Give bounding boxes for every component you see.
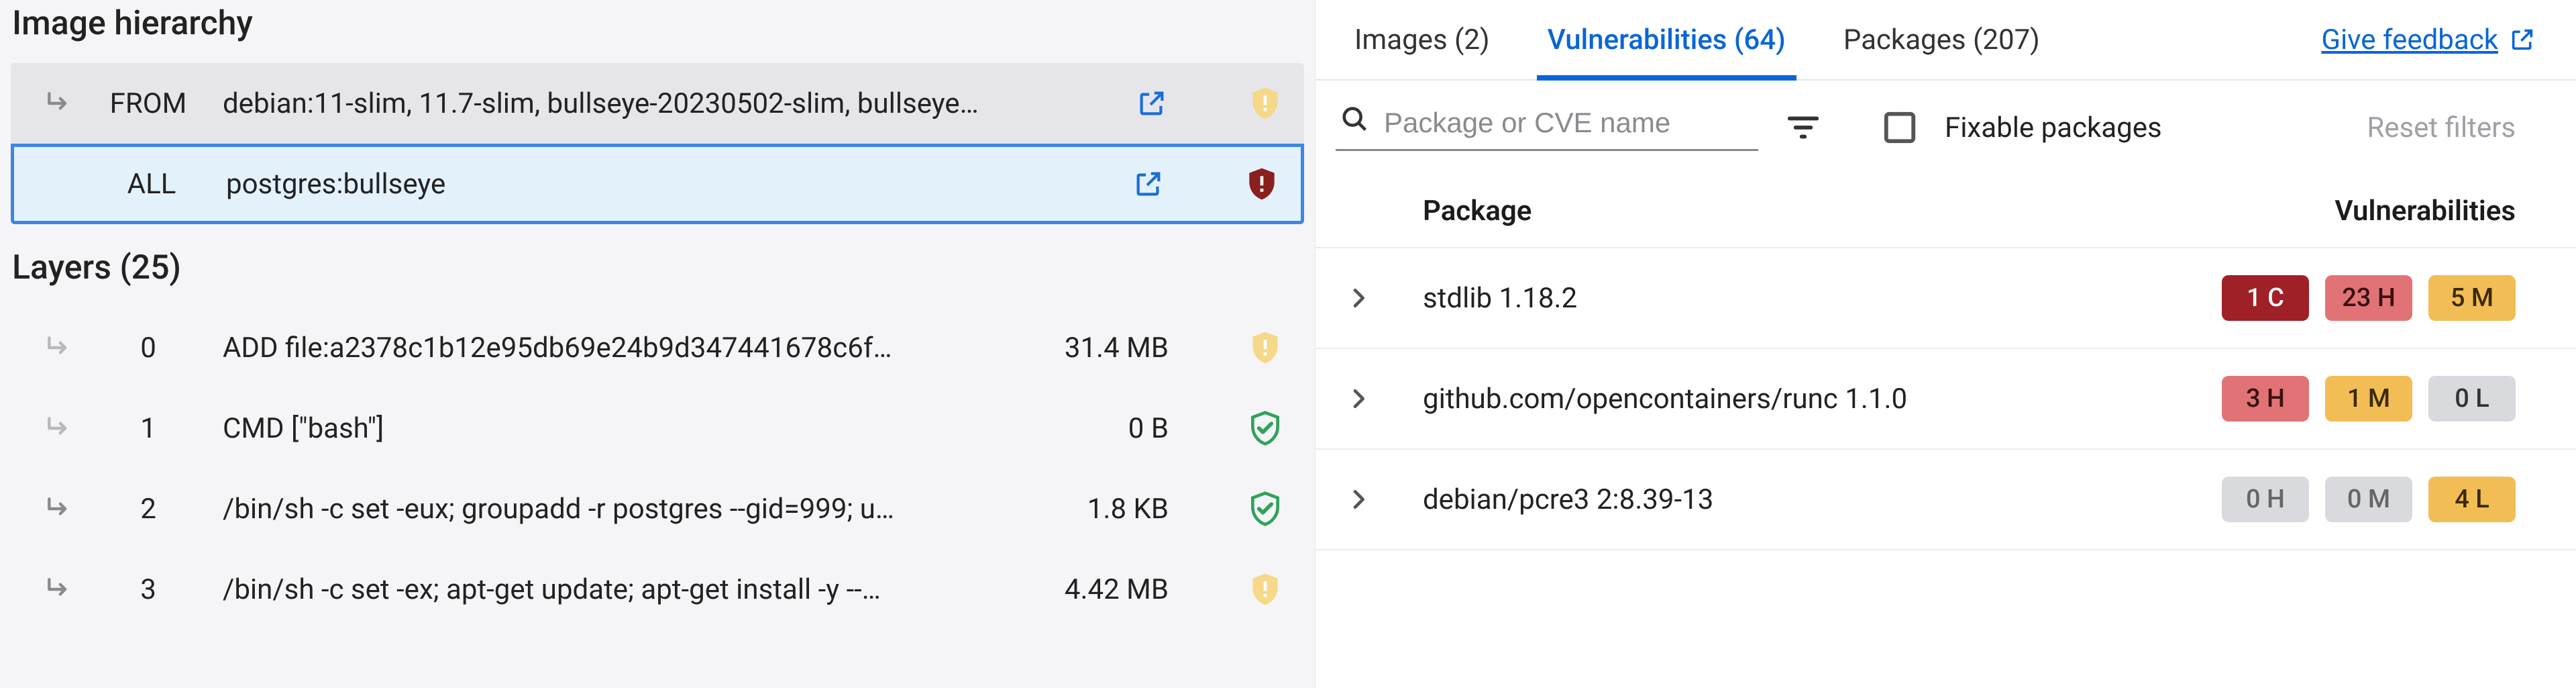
layers-title: Layers (25) [12,248,1304,287]
chevron-right-icon[interactable] [1342,383,1375,415]
layer-size: 1.8 KB [1034,493,1169,526]
package-row[interactable]: github.com/opencontainers/runc 1.1.03 H 1… [1316,349,2576,450]
shield-warn-faded-icon [1246,85,1284,122]
package-table-header: Package Vulnerabilities [1316,175,2576,248]
chevron-right-icon[interactable] [1342,282,1375,314]
severity-badge: 0 L [2428,376,2516,422]
layer-cmd: /bin/sh -c set -eux; groupadd -r postgre… [223,493,1010,526]
layer-index: 2 [98,493,199,526]
indent-arrow-icon [44,333,74,362]
open-external-icon[interactable] [1132,167,1165,201]
layer-row[interactable]: 0 ADD file:a2378c1b12e95db69e24b9d347441… [11,307,1304,388]
severity-badge: 1 C [2222,275,2309,321]
indent-arrow-icon [44,575,74,604]
shield-ok-icon [1246,409,1284,447]
package-name: github.com/opencontainers/runc 1.1.0 [1423,383,2222,415]
filter-icon[interactable] [1785,109,1821,146]
search-input[interactable] [1384,107,1754,139]
indent-arrow-icon [44,89,74,118]
package-row[interactable]: stdlib 1.18.21 C 23 H 5 M [1316,248,2576,349]
reset-filters-link[interactable]: Reset filters [2367,111,2516,144]
tab-packages[interactable]: Packages (207) [1838,1,2045,79]
layer-row[interactable]: 3 /bin/sh -c set -ex; apt-get update; ap… [11,549,1304,630]
layer-size: 31.4 MB [1034,332,1169,364]
shield-warn-faded-icon [1246,571,1284,608]
layer-cmd: ADD file:a2378c1b12e95db69e24b9d34744167… [223,332,1010,364]
severity-badge: 0 M [2325,477,2412,522]
hierarchy-row-cmd: debian:11-slim, 11.7-slim, bullseye-2023… [223,87,1084,120]
package-list: stdlib 1.18.21 C 23 H 5 M github.com/openco… [1316,248,2576,550]
chevron-right-icon[interactable] [1342,483,1375,515]
tabs-bar: Images (2) Vulnerabilities (64) Packages… [1316,0,2576,81]
package-name: stdlib 1.18.2 [1423,282,2222,315]
image-hierarchy-list: FROM debian:11-slim, 11.7-slim, bullseye… [11,63,1304,224]
open-external-icon [2509,26,2536,53]
package-name: debian/pcre3 2:8.39-13 [1423,483,2222,516]
package-row[interactable]: debian/pcre3 2:8.39-130 H 0 M 4 L [1316,450,2576,550]
indent-arrow-spacer [48,169,77,199]
severity-badge: 4 L [2428,477,2516,522]
severity-badge: 0 H [2222,477,2309,522]
layer-cmd: /bin/sh -c set -ex; apt-get update; apt-… [223,573,1010,606]
severity-badges: 0 H 0 M 4 L [2222,477,2516,522]
layer-index: 1 [98,412,199,445]
image-hierarchy-title: Image hierarchy [12,4,1304,43]
severity-badge: 3 H [2222,376,2309,422]
severity-badges: 3 H 1 M 0 L [2222,376,2516,422]
shield-alert-icon [1243,165,1281,203]
layer-list: 0 ADD file:a2378c1b12e95db69e24b9d347441… [11,307,1304,630]
layer-index: 3 [98,573,199,606]
layer-cmd: CMD ["bash"] [223,412,1010,445]
indent-arrow-icon [44,413,74,443]
indent-arrow-icon [44,494,74,524]
severity-badges: 1 C 23 H 5 M [2222,275,2516,321]
severity-badge: 23 H [2325,275,2412,321]
layer-size: 0 B [1034,412,1169,445]
hierarchy-row-tag: FROM [98,87,199,120]
layer-row[interactable]: 2 /bin/sh -c set -eux; groupadd -r postg… [11,469,1304,549]
layer-row[interactable]: 1 CMD ["bash"] 0 B [11,388,1304,469]
layer-size: 4.42 MB [1034,573,1169,606]
fixable-label: Fixable packages [1945,111,2162,144]
hierarchy-row-cmd: postgres:bullseye [226,168,1081,201]
fixable-checkbox[interactable] [1882,109,1918,146]
open-external-icon[interactable] [1135,87,1169,120]
feedback-label: Give feedback [2321,23,2498,56]
left-panel: Image hierarchy FROM debian:11-slim, 11.… [0,0,1315,688]
severity-badge: 1 M [2325,376,2412,422]
search-field[interactable] [1336,104,1758,151]
tab-images[interactable]: Images (2) [1349,1,1495,79]
hierarchy-row-from[interactable]: FROM debian:11-slim, 11.7-slim, bullseye… [11,63,1304,144]
tab-vulnerabilities[interactable]: Vulnerabilities (64) [1542,1,1791,79]
shield-warn-faded-icon [1246,329,1284,366]
layer-index: 0 [98,332,199,364]
hierarchy-row-all[interactable]: ALL postgres:bullseye [11,144,1304,224]
severity-badge: 5 M [2428,275,2516,321]
tabs: Images (2) Vulnerabilities (64) Packages… [1349,1,2045,79]
hierarchy-row-tag: ALL [101,168,202,201]
filter-bar: Fixable packages Reset filters [1316,81,2576,175]
vulnerabilities-header: Vulnerabilities [2334,195,2516,228]
give-feedback-link[interactable]: Give feedback [2321,23,2536,56]
right-panel: Images (2) Vulnerabilities (64) Packages… [1315,0,2576,688]
shield-ok-icon [1246,490,1284,528]
package-header: Package [1423,195,2334,228]
search-icon [1340,104,1371,141]
